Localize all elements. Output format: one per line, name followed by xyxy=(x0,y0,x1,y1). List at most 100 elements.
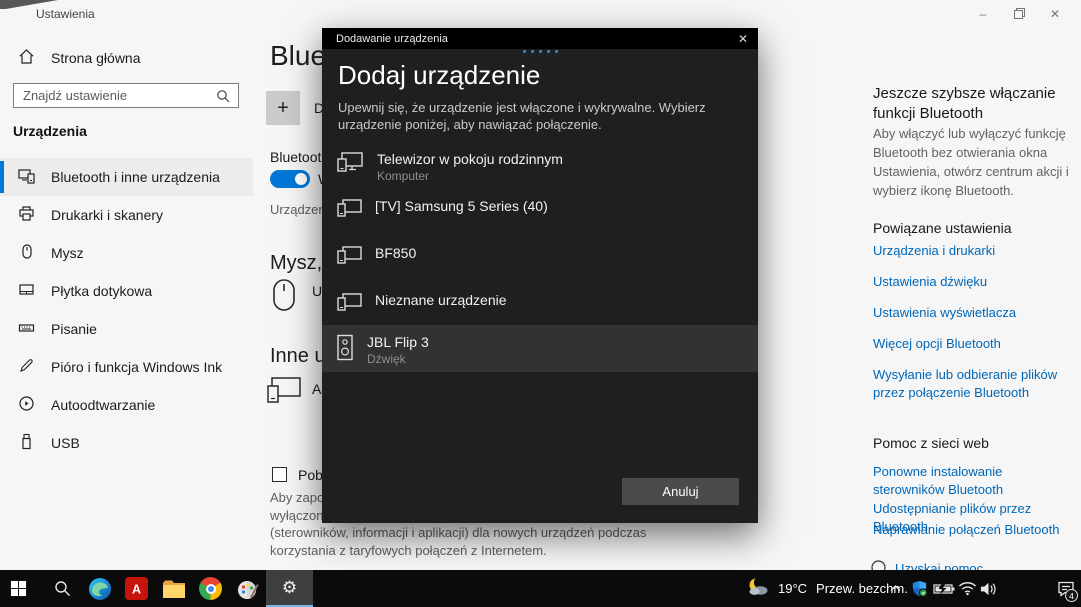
get-help-label: Uzyskaj pomoc xyxy=(895,560,983,570)
device-row-unknown[interactable]: Nieznane urządzenie xyxy=(322,283,758,325)
edge-browser-icon[interactable] xyxy=(81,570,118,607)
minimize-button[interactable]: – xyxy=(965,0,1001,27)
sidebar-item-label: USB xyxy=(51,435,80,451)
link-sound-settings[interactable]: Ustawienia dźwięku xyxy=(873,273,1069,291)
metered-note-line: korzystania z taryfowych połączeń z Inte… xyxy=(270,542,680,560)
dialog-close-button[interactable]: ✕ xyxy=(726,32,748,46)
desktop: Ustawienia – ✕ Strona główna Urządzenia … xyxy=(0,0,1081,607)
tray-chevron-up-icon[interactable] xyxy=(884,570,906,607)
battery-icon[interactable] xyxy=(932,570,956,607)
weather-temp: 19°C xyxy=(778,581,807,596)
loading-dots xyxy=(322,50,758,53)
dialog-titlebar: Dodawanie urządzenia ✕ xyxy=(322,28,758,49)
speaker-device-icon xyxy=(336,334,354,366)
taskbar-search-button[interactable] xyxy=(44,570,81,607)
link-display-settings[interactable]: Ustawienia wyświetlacza xyxy=(873,304,1069,322)
link-fix-connections[interactable]: Naprawianie połączeń Bluetooth xyxy=(873,521,1069,539)
sidebar-item-bluetooth[interactable]: Bluetooth i inne urządzenia xyxy=(0,158,253,196)
keyboard-icon xyxy=(18,319,35,339)
dialog-title: Dodawanie urządzenia xyxy=(336,33,726,45)
taskbar-settings-button-active[interactable]: ⚙ xyxy=(266,570,313,607)
device-name: Nieznane urządzenie xyxy=(375,292,507,309)
notification-center-button[interactable]: 4 xyxy=(1050,570,1081,607)
home-icon xyxy=(18,48,35,68)
link-send-receive-files[interactable]: Wysyłanie lub odbieranie plików przez po… xyxy=(873,366,1069,402)
link-reinstall-drivers[interactable]: Ponowne instalowanie sterowników Bluetoo… xyxy=(873,463,1069,499)
plus-icon: + xyxy=(277,97,289,120)
quick-enable-heading: Jeszcze szybsze włączanie funkcji Blueto… xyxy=(873,84,1069,124)
file-explorer-icon[interactable] xyxy=(155,570,192,607)
sidebar-item-pen[interactable]: Pióro i funkcja Windows Ink xyxy=(0,348,253,386)
security-shield-icon[interactable] xyxy=(908,570,930,607)
restore-button[interactable] xyxy=(1001,0,1037,27)
device-row-bf850[interactable]: BF850 xyxy=(322,236,758,283)
device-row-jbl-flip3[interactable]: JBL Flip 3 Dźwięk xyxy=(322,325,758,372)
pen-icon xyxy=(18,357,35,377)
sidebar-item-label: Płytka dotykowa xyxy=(51,283,152,299)
paint-icon[interactable] xyxy=(229,570,266,607)
device-row-tv-family[interactable]: Telewizor w pokoju rodzinnym Komputer xyxy=(322,142,758,189)
web-help-heading: Pomoc z sieci web xyxy=(873,435,1069,451)
sidebar-item-label: Autoodtwarzanie xyxy=(51,397,155,413)
svg-text:A: A xyxy=(132,582,141,596)
dialog-heading: Dodaj urządzenie xyxy=(338,60,540,91)
device-name: [TV] Samsung 5 Series (40) xyxy=(375,198,548,215)
device-name: Telewizor w pokoju rodzinnym xyxy=(377,151,563,168)
sidebar-item-label: Drukarki i skanery xyxy=(51,207,163,223)
link-devices-printers[interactable]: Urządzenia i drukarki xyxy=(873,242,1069,260)
device-name: BF850 xyxy=(375,245,416,262)
get-help-link-clipped[interactable]: Uzyskaj pomoc xyxy=(871,560,983,570)
sidebar-item-usb[interactable]: USB xyxy=(0,424,253,462)
autoplay-icon xyxy=(18,395,35,415)
sidebar-item-printers[interactable]: Drukarki i skanery xyxy=(0,196,253,234)
unknown-device-icon xyxy=(336,292,362,319)
restore-icon xyxy=(1014,8,1025,19)
wifi-icon[interactable] xyxy=(956,570,978,607)
chrome-icon[interactable] xyxy=(192,570,229,607)
add-device-button[interactable]: + xyxy=(266,91,300,125)
sidebar-item-label: Pisanie xyxy=(51,321,97,337)
unknown-device-icon xyxy=(336,198,362,225)
moon-cloud-icon xyxy=(747,577,769,600)
quick-enable-body: Aby włączyć lub wyłączyć funkcję Bluetoo… xyxy=(873,124,1069,200)
bluetooth-label: Bluetooth xyxy=(270,149,329,165)
gear-icon: ⚙ xyxy=(282,578,297,598)
bluetooth-devices-icon xyxy=(18,167,35,187)
sidebar-item-home[interactable]: Strona główna xyxy=(18,48,141,68)
dialog-subtitle: Upewnij się, że urządzenie jest włączone… xyxy=(338,99,750,133)
sidebar-item-typing[interactable]: Pisanie xyxy=(0,310,253,348)
settings-search xyxy=(13,83,239,108)
search-icon[interactable] xyxy=(216,89,230,103)
sidebar-item-mouse[interactable]: Mysz xyxy=(0,234,253,272)
notification-badge: 4 xyxy=(1065,589,1078,602)
sidebar-section-header: Urządzenia xyxy=(13,123,87,139)
mouse-icon xyxy=(18,243,35,263)
volume-icon[interactable] xyxy=(977,570,999,607)
metered-checkbox[interactable] xyxy=(272,467,287,482)
sidebar-item-autoplay[interactable]: Autoodtwarzanie xyxy=(0,386,253,424)
sidebar-item-touchpad[interactable]: Płytka dotykowa xyxy=(0,272,253,310)
mouse-device-icon xyxy=(272,278,296,317)
usb-icon xyxy=(18,433,35,453)
link-more-bluetooth-options[interactable]: Więcej opcji Bluetooth xyxy=(873,335,1069,353)
taskbar: A ⚙ 19°C Przew. bezchm. xyxy=(0,570,1081,607)
search-input[interactable] xyxy=(14,88,216,103)
bluetooth-toggle[interactable] xyxy=(270,170,310,188)
printer-icon xyxy=(18,205,35,225)
sidebar-home-label: Strona główna xyxy=(51,50,141,66)
related-settings-heading: Powiązane ustawienia xyxy=(873,220,1069,236)
device-row-samsung-tv[interactable]: [TV] Samsung 5 Series (40) xyxy=(322,189,758,236)
cancel-button[interactable]: Anuluj xyxy=(622,478,739,505)
desktop-pc-icon xyxy=(336,151,364,180)
sidebar-item-label: Pióro i funkcja Windows Ink xyxy=(51,359,222,375)
start-button[interactable] xyxy=(0,570,37,607)
close-button[interactable]: ✕ xyxy=(1037,0,1073,27)
acrobat-icon[interactable]: A xyxy=(118,570,155,607)
window-title: Ustawienia xyxy=(36,7,95,21)
device-type: Dźwięk xyxy=(367,352,429,367)
help-circle-icon xyxy=(871,560,886,570)
unknown-device-icon xyxy=(336,245,362,272)
sidebar-items: Bluetooth i inne urządzenia Drukarki i s… xyxy=(0,158,253,462)
sidebar-item-label: Bluetooth i inne urządzenia xyxy=(51,169,220,185)
other-device-icon xyxy=(266,376,302,409)
